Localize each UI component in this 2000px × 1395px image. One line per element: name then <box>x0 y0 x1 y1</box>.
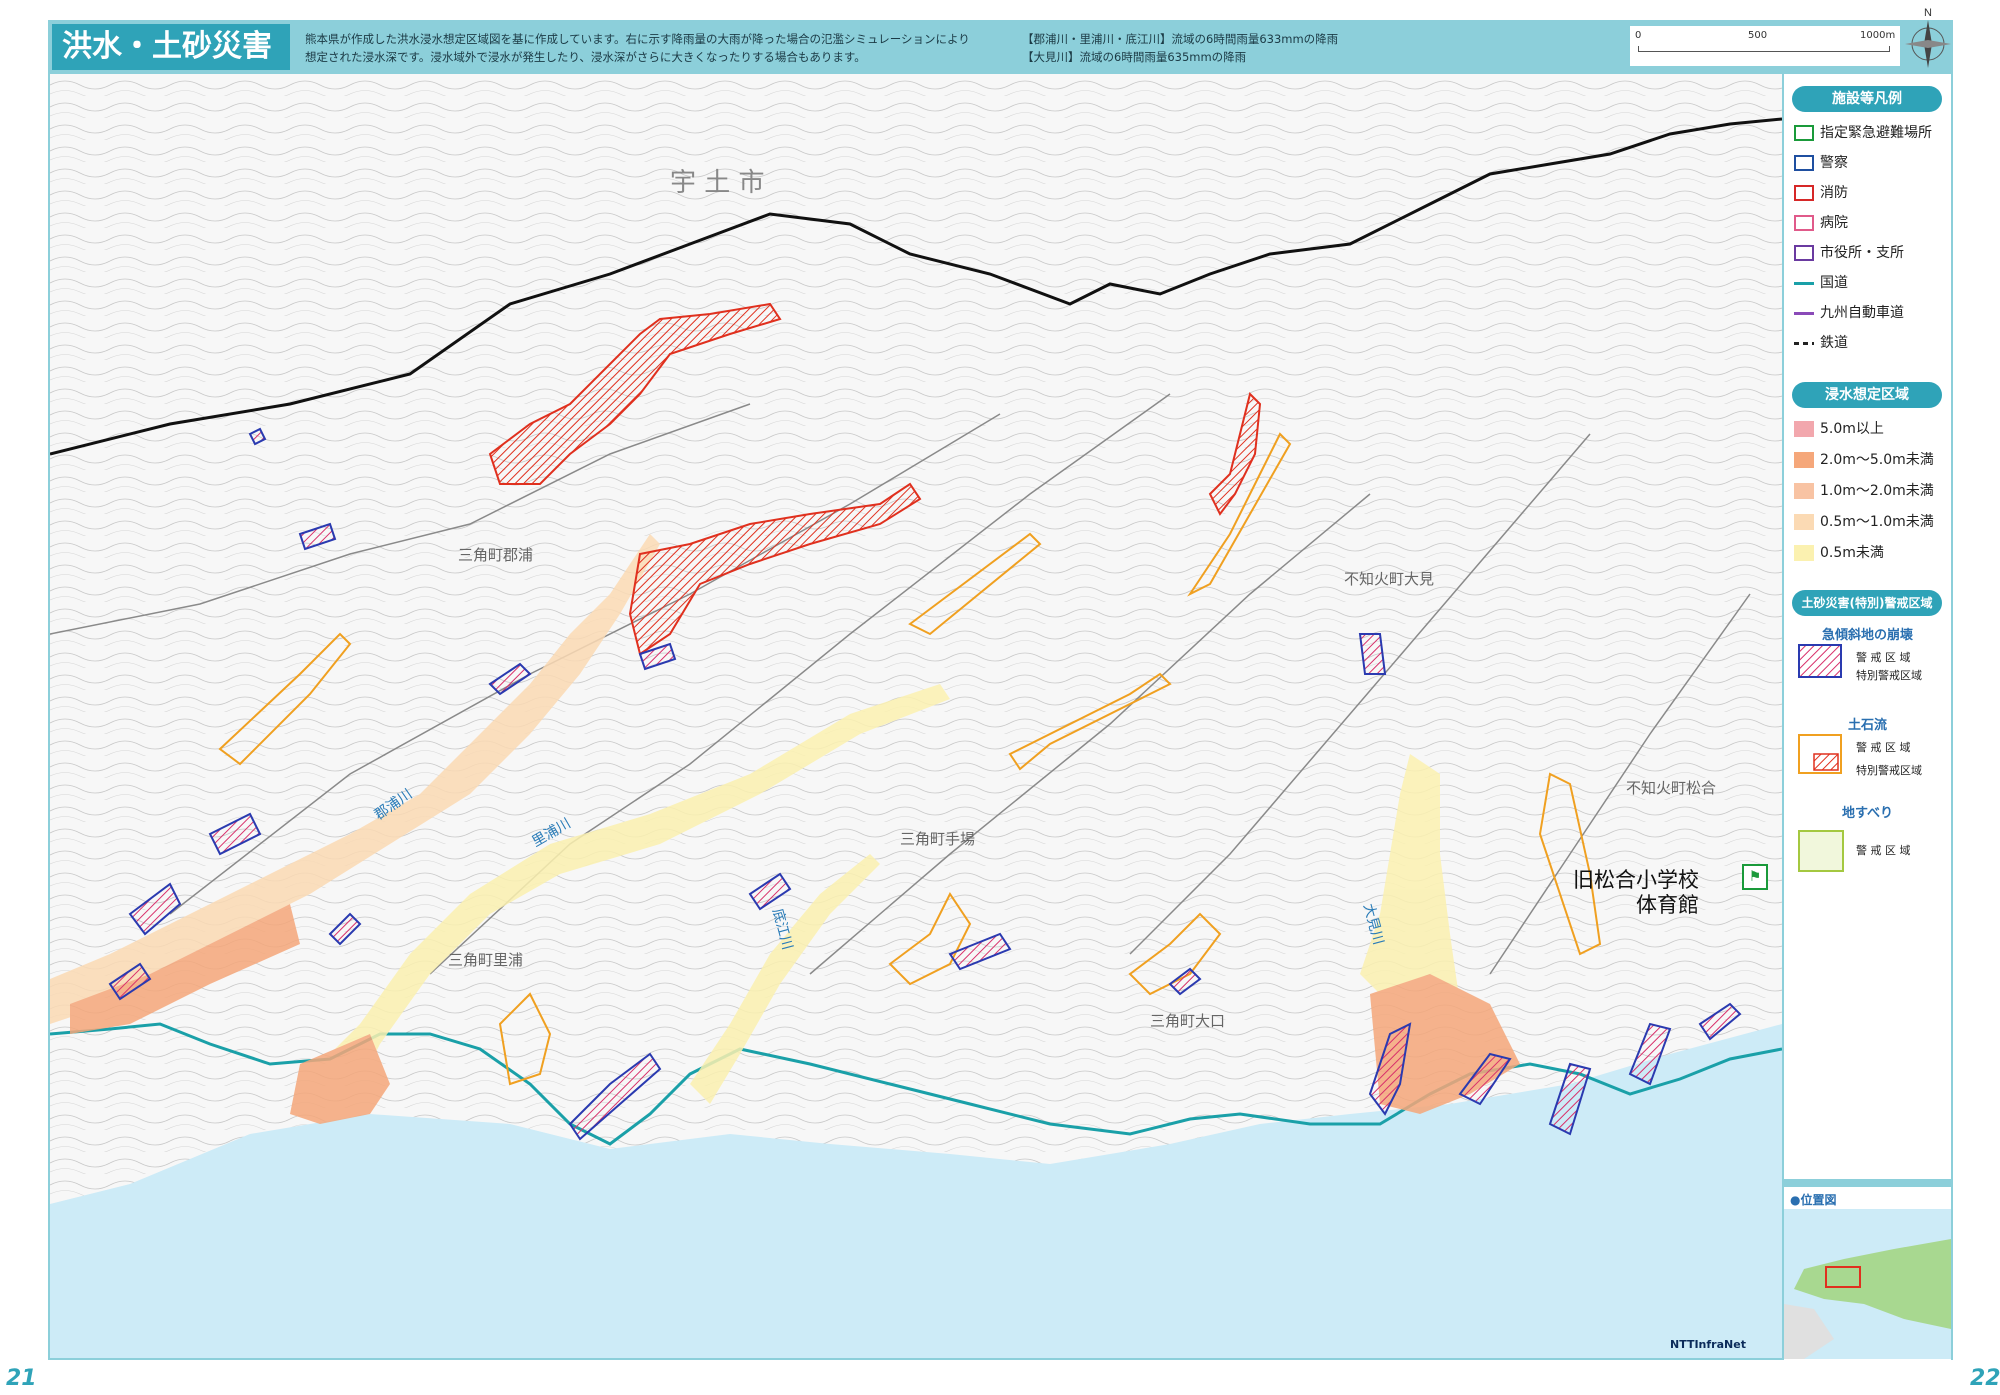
legend-landslide-title: 地すべり <box>1841 806 1894 821</box>
map-credit: NTTInfraNet <box>1670 1338 1746 1351</box>
legend-facility-label: 国道 <box>1820 275 1848 291</box>
legend-facility-item: 指定緊急避難場所 <box>1794 122 1932 144</box>
legend-flood-title: 浸水想定区域 <box>1792 382 1942 408</box>
legend-flood-label: 2.0m～5.0m未満 <box>1820 452 1934 468</box>
location-map: ●位置図 <box>1784 1185 1951 1360</box>
scale-bar: 0 500 1000m <box>1630 26 1900 66</box>
scale-ruler <box>1638 46 1890 52</box>
legend-flood-label: 5.0m以上 <box>1820 421 1884 437</box>
legend-facility-label: 消防 <box>1820 185 1848 201</box>
legend-facility-label: 九州自動車道 <box>1820 305 1904 321</box>
legend-facility-label: 病院 <box>1820 215 1848 231</box>
evacuation-site-icon[interactable]: ⚑ <box>1742 864 1768 890</box>
hazard-map[interactable]: 宇 土 市 三角町郡浦 不知火町大見 不知火町松合 三角町手場 三角町里浦 三角… <box>50 74 1782 1358</box>
title-text: 洪水・土砂災害 <box>62 29 272 64</box>
landslide-zone-symbol-icon <box>1798 830 1844 872</box>
description-line-2: 想定された浸水深です。浸水域外で浸水が発生したり、浸水深がさらに大きくなったりす… <box>305 50 866 64</box>
label-school-gym: 体育館 <box>1636 893 1699 917</box>
north-label: N <box>1924 7 1932 19</box>
debris-zone-symbol-icon <box>1798 734 1842 774</box>
scale-label-1000: 1000m <box>1860 30 1896 41</box>
flood-depth-swatch <box>1794 514 1814 530</box>
legend-debris-title: 土石流 <box>1847 718 1887 733</box>
railway-line <box>1794 341 1814 345</box>
scale-label-0: 0 <box>1635 30 1642 41</box>
page-number-right: 22 <box>1970 1366 2000 1391</box>
legend-panel: 施設等凡例 指定緊急避難場所 警察消防病院市役所・支所 国道九州自動車道 鉄道 浸水想… <box>1784 74 1951 1179</box>
expressway-line <box>1794 311 1814 315</box>
flood-depth-swatch <box>1794 421 1814 437</box>
slope-warning-label: 警 戒 区 域 <box>1856 651 1911 664</box>
legend-facility-label: 市役所・支所 <box>1820 245 1904 261</box>
label-matsuai: 不知火町松合 <box>1626 779 1717 797</box>
description-line-1: 熊本県が作成した洪水浸水想定区域図を基に作成しています。右に示す降雨量の大雨が降… <box>305 32 970 46</box>
location-map-title: ●位置図 <box>1790 1193 1837 1207</box>
label-ohmi: 不知火町大見 <box>1344 570 1435 588</box>
debris-special-label: 特別警戒区域 <box>1856 764 1922 777</box>
scale-label-500: 500 <box>1748 30 1768 41</box>
legend-facility-item: 市役所・支所 <box>1794 242 1904 264</box>
fire-icon <box>1794 185 1814 201</box>
legend-flood-item: 1.0m～2.0m未満 <box>1794 480 1934 502</box>
legend-flood-label: 0.5m～1.0m未満 <box>1820 514 1934 530</box>
flood-depth-swatch <box>1794 545 1814 561</box>
rainfall-note-2: 【大見川】流域の6時間雨量635mmの降雨 <box>1022 50 1247 64</box>
legend-sediment-title: 土砂災害(特別)警戒区域 <box>1792 590 1942 616</box>
label-oguchi: 三角町大口 <box>1150 1012 1226 1030</box>
label-teba: 三角町手場 <box>900 830 976 848</box>
debris-warning-label: 警 戒 区 域 <box>1856 741 1911 754</box>
steep-slope-zone <box>1358 633 1387 675</box>
slope-special-label: 特別警戒区域 <box>1856 669 1922 682</box>
evacuation-icon <box>1794 125 1814 141</box>
legend-flood-label: 0.5m未満 <box>1820 545 1884 561</box>
national-road-line <box>1794 281 1814 285</box>
legend-slope-title: 急傾斜地の崩壊 <box>1821 628 1913 643</box>
police-icon <box>1794 155 1814 171</box>
legend-flood-item: 5.0m以上 <box>1794 418 1884 440</box>
page-title: 洪水・土砂災害4 <box>52 24 290 109</box>
legend-flood-item: 2.0m～5.0m未満 <box>1794 449 1934 471</box>
legend-flood-label: 1.0m～2.0m未満 <box>1820 483 1934 499</box>
legend-facility-item: 消防 <box>1794 182 1848 204</box>
label-koura: 三角町郡浦 <box>458 546 534 564</box>
legend-facility-label: 鉄道 <box>1820 335 1848 351</box>
legend-facilities-title: 施設等凡例 <box>1792 86 1942 112</box>
legend-facility-item: 国道 <box>1794 272 1848 294</box>
slope-zone-symbol-icon <box>1798 644 1842 678</box>
rainfall-note-1: 【郡浦川・里浦川・底江川】流域の6時間雨量633mmの降雨 <box>1022 32 1339 46</box>
flood-depth-swatch <box>1794 483 1814 499</box>
legend-facility-item: 鉄道 <box>1794 332 1848 354</box>
legend-facility-item: 病院 <box>1794 212 1848 234</box>
legend-facility-item: 警察 <box>1794 152 1848 174</box>
landslide-warning-label: 警 戒 区 域 <box>1856 844 1911 857</box>
label-uto-city: 宇 土 市 <box>670 168 765 198</box>
page-number-left: 21 <box>6 1366 37 1391</box>
flood-depth-swatch <box>1794 452 1814 468</box>
hospital-icon <box>1794 215 1814 231</box>
legend-flood-item: 0.5m～1.0m未満 <box>1794 511 1934 533</box>
rainfall-note: 【郡浦川・里浦川・底江川】流域の6時間雨量633mmの降雨 【大見川】流域の6時… <box>1022 30 1582 66</box>
legend-flood-item: 0.5m未満 <box>1794 542 1884 564</box>
legend-facility-item: 九州自動車道 <box>1794 302 1904 324</box>
north-arrow-icon: N <box>1905 6 1951 68</box>
label-satoura: 三角町里浦 <box>448 951 524 969</box>
cityhall-icon <box>1794 245 1814 261</box>
legend-facility-label: 指定緊急避難場所 <box>1820 125 1932 141</box>
description: 熊本県が作成した洪水浸水想定区域図を基に作成しています。右に示す降雨量の大雨が降… <box>305 30 1025 66</box>
legend-facility-label: 警察 <box>1820 155 1848 171</box>
